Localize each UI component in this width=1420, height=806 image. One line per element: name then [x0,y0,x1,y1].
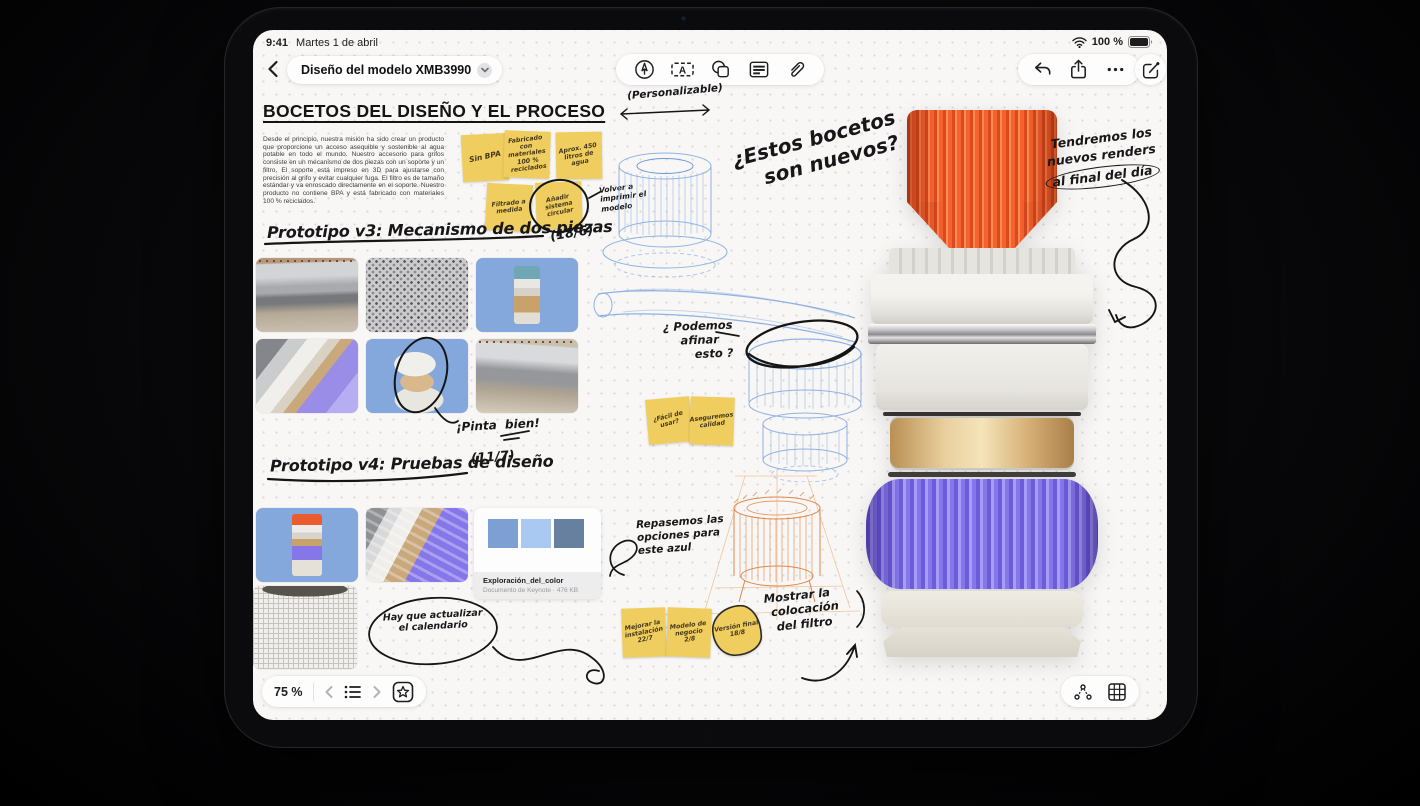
keynote-file-card[interactable]: Exploración_del_color Documento de Keyno… [474,508,601,599]
grid-view-icon[interactable] [1107,682,1127,702]
photo-product-blue[interactable] [476,258,578,332]
photo-metal-closeup-2[interactable] [476,339,578,413]
render-base-skirt [883,627,1081,657]
new-board-button[interactable] [1135,54,1166,85]
board-heading[interactable]: BOCETOS DEL DISEÑO Y EL PROCESO [263,101,605,122]
more-options-icon[interactable] [1104,58,1127,81]
sticky-note-version-cloud[interactable]: Versión final 18/8 [711,604,763,657]
note-repasemos[interactable]: Repasemos las opciones para este azul [636,513,726,558]
stage: 9:41 Martes 1 de abril 100 % Diseño del … [0,0,1420,806]
photo-purple-ribs[interactable] [366,508,468,582]
front-camera [681,16,686,21]
photo-content [366,339,468,413]
ipad-device-frame: 9:41 Martes 1 de abril 100 % Diseño del … [225,8,1197,747]
wifi-icon [1072,36,1087,48]
render-dark-ring [888,472,1076,477]
sticky-note-mejorar[interactable]: Mejorar la instalación 22/7 [621,607,667,658]
shapes-icon[interactable] [709,58,733,81]
chevron-down-icon[interactable] [477,62,493,78]
share-icon[interactable] [1067,58,1090,81]
photo-product-full[interactable] [256,508,358,582]
product-thumb [514,266,540,324]
render-band [871,274,1093,324]
note-icon[interactable] [747,58,771,81]
board-title: Diseño del modelo XMB3990 [301,63,472,77]
clock: 9:41 [266,37,289,49]
battery-percent: 100 % [1091,36,1123,48]
attachment-icon[interactable] [785,58,807,81]
photo-content [366,508,468,582]
file-meta: Documento de Keynote · 476 KB [483,587,579,594]
date: Martes 1 de abril [296,37,378,49]
render-collar [889,248,1075,274]
photo-closeup-purple[interactable] [256,339,358,413]
file-name: Exploración_del_color [483,576,564,585]
render-tan-filter [890,418,1074,468]
render-block [876,344,1088,410]
product-thumb [292,514,322,576]
undo-icon[interactable] [1031,58,1054,81]
freeform-canvas[interactable]: 9:41 Martes 1 de abril 100 % Diseño del … [253,30,1167,720]
photo-closeup-annotated[interactable] [366,339,468,413]
chevron-left-icon[interactable] [324,685,334,699]
markup-pen-icon[interactable] [633,58,656,81]
render-chrome-ring [868,324,1096,344]
divider [312,682,314,701]
render-cream-base [881,591,1083,627]
bottom-sensor-dot [708,734,712,738]
board-title-menu[interactable]: Diseño del modelo XMB3990 [287,56,503,84]
zoom-level[interactable]: 75 % [274,685,303,699]
action-toolbar [1018,54,1140,85]
note-mostrar[interactable]: Mostrar la colocación del filtro [763,584,841,635]
sticky-note-sin-bpa[interactable]: Sin BPA [460,132,510,183]
render-seal [883,412,1081,416]
note-tendremos[interactable]: Tendremos los nuevos renders al final de… [1044,124,1161,195]
canvas-zoom-bar: 75 % [262,676,426,707]
canvas-tools-bar [1061,676,1139,707]
battery-icon [1128,36,1153,48]
photo-mesh-cylinder[interactable] [253,586,357,669]
render-purple-drum [866,479,1098,589]
swatch-blue-3 [554,519,584,548]
sticky-note-aseguremos[interactable]: Aseguremos calidad [689,396,735,446]
swatch-blue-2 [521,519,551,548]
file-card-footer: Exploración_del_color Documento de Keyno… [474,572,601,599]
text-box-icon[interactable]: A [670,58,695,81]
note-pinta-bien[interactable]: ¡Pinta bien! [456,416,540,434]
sticky-note-fabricado[interactable]: Fabricado con materiales 100 % reciclado… [503,130,551,179]
date-proto-v4[interactable]: (11/7) [471,448,516,466]
favorites-star-icon[interactable] [392,681,414,703]
note-podemos-afinar[interactable]: ¿ Podemos afinar esto ? [654,318,733,363]
note-hay-que[interactable]: Hay que actualizar el calendario [380,607,485,635]
render-orange-neck [907,202,1057,248]
render-orange-cap [907,110,1057,202]
back-button[interactable] [263,58,285,80]
intro-paragraph[interactable]: Desde el principio, nuestra misión ha si… [263,136,444,205]
sticky-note-facil[interactable]: ¿Fácil de usar? [645,396,693,445]
svg-text:A: A [679,65,686,76]
connected-scenes-icon[interactable] [1073,683,1093,701]
sticky-note-modelo[interactable]: Modelo de negocio 2/8 [666,607,712,658]
drawing-toolbar: A [616,54,824,85]
swatch-blue-1 [488,519,518,548]
photo-mesh-texture[interactable] [366,258,468,332]
photo-metal-closeup-1[interactable] [256,258,358,332]
list-icon[interactable] [344,684,362,700]
color-swatches [488,519,584,548]
compose-icon [1142,61,1159,79]
chevron-right-icon[interactable] [372,685,382,699]
status-bar: 9:41 Martes 1 de abril 100 % [253,30,1167,52]
